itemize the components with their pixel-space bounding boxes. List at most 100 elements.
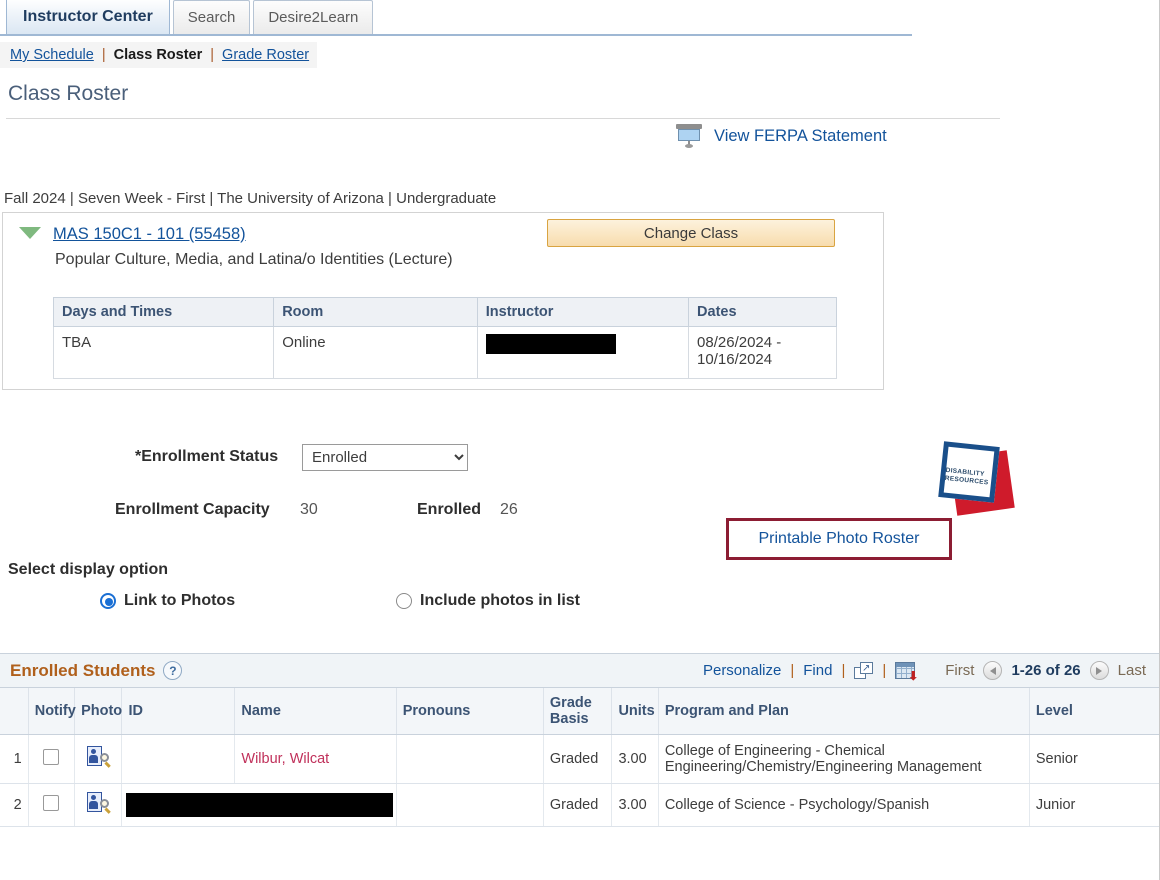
tab-desire2learn-label: Desire2Learn bbox=[268, 9, 359, 26]
tab-search-label: Search bbox=[187, 9, 236, 26]
enrollment-capacity-label: Enrollment Capacity bbox=[115, 501, 270, 518]
cell-grade-basis: Graded bbox=[543, 734, 613, 784]
tab-search[interactable]: Search bbox=[172, 0, 251, 34]
class-details-panel: MAS 150C1 - 101 (55458) Popular Culture,… bbox=[2, 212, 884, 390]
tab-instructor-center-label: Instructor Center bbox=[23, 7, 153, 25]
header-notify: Notify bbox=[28, 688, 76, 735]
enrolled-students-title: Enrolled Students bbox=[10, 660, 156, 680]
main-tab-bar: Instructor Center Search Desire2Learn bbox=[0, 0, 912, 36]
page-range-label: 1-26 of 26 bbox=[1011, 662, 1081, 679]
header-instructor: Instructor bbox=[476, 297, 690, 327]
projector-icon bbox=[676, 124, 702, 148]
enrollment-status-label: *Enrollment Status bbox=[135, 448, 279, 465]
select-display-option-label: Select display option bbox=[8, 561, 169, 578]
tools-separator-2: | bbox=[841, 662, 846, 679]
radio-include-photos-in-list-label: Include photos in list bbox=[420, 592, 580, 609]
cell-photo bbox=[74, 783, 123, 827]
subnav-separator-1: | bbox=[101, 47, 106, 63]
help-icon[interactable]: ? bbox=[163, 661, 183, 680]
tools-separator-1: | bbox=[790, 662, 795, 679]
term-institution-line: Fall 2024 | Seven Week - First | The Uni… bbox=[4, 190, 497, 207]
cell-dates: 08/26/2024 - 10/16/2024 bbox=[688, 326, 837, 379]
cell-photo bbox=[74, 734, 123, 784]
name-redaction-bar bbox=[232, 792, 393, 817]
enrollment-capacity-value: 30 bbox=[300, 501, 318, 518]
change-class-button[interactable]: Change Class bbox=[547, 219, 835, 247]
subnav-class-roster[interactable]: Class Roster bbox=[114, 47, 203, 63]
header-row-number bbox=[0, 688, 29, 735]
pagination-controls: First 1-26 of 26 Last bbox=[945, 661, 1146, 680]
printable-photo-roster-button[interactable]: Printable Photo Roster bbox=[726, 518, 952, 560]
last-page-label[interactable]: Last bbox=[1118, 662, 1146, 679]
page-title: Class Roster bbox=[8, 82, 129, 105]
expand-to-window-icon[interactable]: ↗ bbox=[854, 662, 874, 679]
cell-level: Senior bbox=[1029, 734, 1159, 784]
tab-instructor-center[interactable]: Instructor Center bbox=[6, 0, 170, 34]
enrollment-status-select[interactable]: Enrolled bbox=[302, 444, 468, 471]
previous-page-button[interactable] bbox=[983, 661, 1003, 680]
header-pronouns: Pronouns bbox=[396, 688, 544, 735]
next-page-button[interactable] bbox=[1089, 661, 1109, 680]
cell-name bbox=[232, 783, 397, 827]
header-level: Level bbox=[1029, 688, 1159, 735]
printable-photo-roster-label: Printable Photo Roster bbox=[758, 530, 920, 547]
tools-separator-3: | bbox=[882, 662, 887, 679]
enrolled-count-value: 26 bbox=[500, 501, 518, 518]
view-photo-icon[interactable] bbox=[87, 745, 112, 768]
enrolled-students-table: Notify Photo ID Name Pronouns Grade Basi… bbox=[0, 688, 1159, 827]
subnav-grade-roster[interactable]: Grade Roster bbox=[222, 47, 309, 63]
cell-notify bbox=[28, 734, 76, 784]
title-divider bbox=[6, 118, 1000, 119]
enrolled-students-toolbar: Enrolled Students ? Personalize | Find |… bbox=[0, 653, 1159, 688]
radio-link-to-photos-indicator[interactable] bbox=[100, 593, 116, 609]
cell-units: 3.00 bbox=[611, 783, 659, 827]
header-grade-basis: Grade Basis bbox=[543, 688, 613, 735]
notify-checkbox[interactable] bbox=[43, 794, 60, 811]
cell-level: Junior bbox=[1029, 783, 1159, 827]
cell-program-and-plan: College of Science - Psychology/Spanish bbox=[658, 783, 1030, 827]
tab-desire2learn[interactable]: Desire2Learn bbox=[253, 0, 374, 34]
cell-instructor bbox=[476, 326, 690, 379]
find-link[interactable]: Find bbox=[803, 662, 832, 679]
cell-row-number: 1 bbox=[0, 734, 29, 784]
grid-tools: Personalize | Find | ↗ | ⬇ First 1-26 of… bbox=[703, 661, 1146, 682]
cell-row-number: 2 bbox=[0, 783, 29, 827]
cell-days-and-times: TBA bbox=[52, 326, 275, 379]
secondary-navigation: My Schedule | Class Roster | Grade Roste… bbox=[0, 42, 318, 68]
student-name-link[interactable]: Wilbur, Wilcat bbox=[241, 751, 329, 767]
cell-pronouns bbox=[396, 783, 544, 827]
cell-program-and-plan: College of Engineering - Chemical Engine… bbox=[658, 734, 1030, 784]
subnav-separator-2: | bbox=[210, 47, 215, 63]
header-id: ID bbox=[121, 688, 236, 735]
personalize-link[interactable]: Personalize bbox=[703, 662, 781, 679]
header-days-and-times: Days and Times bbox=[52, 297, 275, 327]
download-spreadsheet-icon[interactable]: ⬇ bbox=[895, 661, 918, 682]
view-ferpa-statement-label: View FERPA Statement bbox=[714, 126, 887, 145]
subnav-my-schedule[interactable]: My Schedule bbox=[10, 47, 94, 63]
view-ferpa-statement-link[interactable]: View FERPA Statement bbox=[676, 124, 887, 148]
meeting-table-header-row: Days and Times Room Instructor Dates bbox=[52, 297, 837, 327]
class-code-link[interactable]: MAS 150C1 - 101 (55458) bbox=[53, 225, 246, 244]
header-dates: Dates bbox=[688, 297, 837, 327]
first-page-label[interactable]: First bbox=[945, 662, 974, 679]
radio-include-photos-in-list-indicator[interactable] bbox=[396, 593, 412, 609]
header-units: Units bbox=[611, 688, 659, 735]
header-program-and-plan: Program and Plan bbox=[658, 688, 1030, 735]
collapse-section-icon[interactable] bbox=[19, 227, 41, 239]
table-row: 2 Graded 3.00 College of Science - Psych… bbox=[0, 783, 1159, 827]
radio-link-to-photos-label: Link to Photos bbox=[124, 592, 236, 609]
cell-id bbox=[121, 783, 297, 827]
cell-name: Wilbur, Wilcat bbox=[234, 734, 397, 784]
class-roster-page: Instructor Center Search Desire2Learn My… bbox=[0, 0, 1160, 880]
header-room: Room bbox=[273, 297, 478, 327]
cell-room: Online bbox=[273, 326, 478, 379]
notify-checkbox[interactable] bbox=[43, 748, 60, 765]
disability-resources-logo: DISABILITY RESOURCES bbox=[925, 432, 1017, 520]
class-description: Popular Culture, Media, and Latina/o Ide… bbox=[55, 251, 453, 268]
instructor-redaction-bar bbox=[485, 334, 616, 354]
radio-link-to-photos[interactable]: Link to Photos bbox=[100, 592, 235, 610]
radio-include-photos-in-list[interactable]: Include photos in list bbox=[396, 592, 580, 610]
header-grade-basis-line1: Grade bbox=[549, 694, 592, 711]
enrolled-count-label: Enrolled bbox=[417, 501, 482, 518]
view-photo-icon[interactable] bbox=[87, 791, 112, 814]
